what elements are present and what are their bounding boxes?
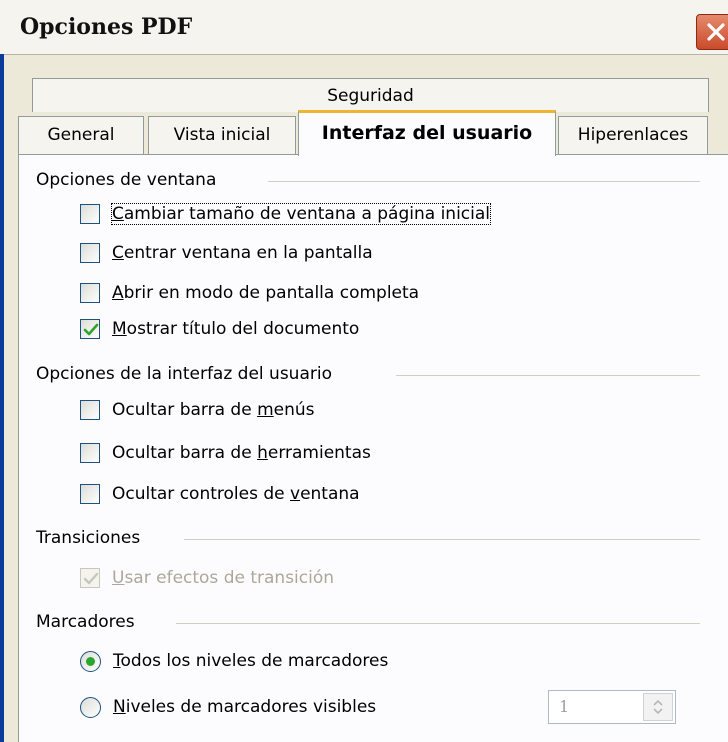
window-frame bbox=[0, 54, 4, 742]
tab-vista-inicial[interactable]: Vista inicial bbox=[148, 116, 296, 154]
option-label: Niveles de marcadores visibles bbox=[113, 697, 377, 717]
option-label: Ocultar controles de ventana bbox=[112, 484, 360, 504]
tab-general[interactable]: General bbox=[18, 116, 144, 154]
option-show-title[interactable]: Mostrar título del documento bbox=[80, 316, 359, 342]
checkbox-disabled bbox=[80, 568, 100, 588]
group-title-window-options: Opciones de ventana bbox=[36, 168, 225, 192]
option-visible-bookmark-levels[interactable]: Niveles de marcadores visibles bbox=[80, 694, 376, 720]
checkbox[interactable] bbox=[80, 204, 100, 224]
group-separator bbox=[396, 375, 700, 376]
window-title: Opciones PDF bbox=[20, 14, 193, 40]
bookmark-levels-spinbox[interactable]: 1 bbox=[548, 690, 676, 724]
radio-selected[interactable] bbox=[80, 650, 101, 672]
option-resize-window[interactable]: Cambiar tamaño de ventana a página inici… bbox=[80, 201, 492, 227]
close-button[interactable] bbox=[696, 14, 728, 50]
checkbox[interactable] bbox=[80, 243, 100, 263]
option-hide-window-controls[interactable]: Ocultar controles de ventana bbox=[80, 481, 360, 507]
option-label: Todos los niveles de marcadores bbox=[113, 651, 389, 671]
checkmark-icon bbox=[83, 572, 99, 585]
group-title-transitions: Transiciones bbox=[36, 526, 149, 550]
spin-arrows-icon bbox=[653, 699, 663, 715]
close-icon bbox=[707, 23, 725, 41]
tab-label: General bbox=[47, 125, 115, 145]
title-bar[interactable]: Opciones PDF bbox=[0, 0, 728, 55]
option-label: Centrar ventana en la pantalla bbox=[112, 243, 373, 263]
option-fullscreen[interactable]: Abrir en modo de pantalla completa bbox=[80, 280, 419, 306]
spin-buttons[interactable] bbox=[643, 693, 673, 721]
option-label: Abrir en modo de pantalla completa bbox=[112, 283, 420, 303]
checkbox[interactable] bbox=[80, 484, 100, 504]
option-hide-toolbar[interactable]: Ocultar barra de herramientas bbox=[80, 440, 371, 466]
group-separator bbox=[176, 623, 700, 624]
checkbox-checked[interactable] bbox=[80, 319, 100, 339]
option-all-bookmark-levels[interactable]: Todos los niveles de marcadores bbox=[80, 648, 388, 674]
checkbox[interactable] bbox=[80, 443, 100, 463]
group-title-bookmarks: Marcadores bbox=[36, 610, 143, 634]
group-separator bbox=[268, 181, 700, 182]
tab-strip: Seguridad General Vista inicial Interfaz… bbox=[18, 78, 718, 158]
tab-hiperenlaces[interactable]: Hiperenlaces bbox=[558, 116, 708, 154]
tab-label: Seguridad bbox=[327, 86, 414, 106]
checkmark-icon bbox=[83, 323, 99, 336]
option-center-window[interactable]: Centrar ventana en la pantalla bbox=[80, 240, 373, 266]
tab-label: Hiperenlaces bbox=[577, 125, 689, 145]
checkbox[interactable] bbox=[80, 400, 100, 420]
pdf-options-dialog: Opciones PDF Seguridad General Vista ini… bbox=[0, 0, 728, 742]
group-separator bbox=[184, 539, 700, 540]
option-label: Ocultar barra de menús bbox=[112, 400, 315, 420]
tab-interfaz-del-usuario[interactable]: Interfaz del usuario bbox=[298, 110, 556, 156]
option-label: Ocultar barra de herramientas bbox=[112, 443, 371, 463]
group-title-ui-options: Opciones de la interfaz del usuario bbox=[36, 362, 340, 386]
spinbox-value: 1 bbox=[559, 697, 570, 716]
radio[interactable] bbox=[80, 696, 101, 718]
tab-seguridad[interactable]: Seguridad bbox=[32, 78, 709, 112]
option-label: Mostrar título del documento bbox=[112, 319, 360, 339]
option-transition-effects: Usar efectos de transición bbox=[80, 565, 334, 591]
option-label: Cambiar tamaño de ventana a página inici… bbox=[110, 203, 492, 225]
option-hide-menubar[interactable]: Ocultar barra de menús bbox=[80, 397, 315, 423]
tab-label: Interfaz del usuario bbox=[321, 122, 533, 144]
tab-label: Vista inicial bbox=[173, 125, 271, 145]
checkbox[interactable] bbox=[80, 283, 100, 303]
option-label: Usar efectos de transición bbox=[112, 568, 335, 588]
